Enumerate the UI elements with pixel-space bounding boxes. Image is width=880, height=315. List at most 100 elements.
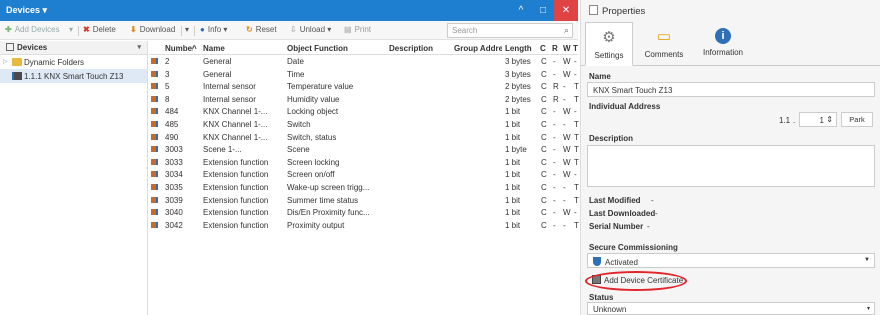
tree-item-device[interactable]: 1.1.1 KNX Smart Touch Z13 (0, 69, 147, 83)
devices-title[interactable]: Devices ▾ (6, 5, 47, 16)
table-row[interactable]: 8 Internal sensor Humidity value 2 bytes C R -… (149, 93, 579, 106)
cell-r: - (553, 57, 556, 66)
cell-number: 3035 (165, 182, 183, 192)
name-field[interactable]: KNX Smart Touch Z13 (587, 82, 875, 97)
column-header-length[interactable]: Length (505, 44, 539, 53)
chevron-down-icon[interactable]: ▼ (864, 257, 870, 263)
properties-pane: Properties ⚙ Settings ▭ Comments i Infor… (580, 0, 880, 315)
table-row[interactable]: 3039 Extension function Summer time status… (149, 194, 579, 207)
column-header-t[interactable]: T (573, 44, 579, 53)
tab-comments[interactable]: ▭ Comments (637, 22, 691, 66)
chevron-down-icon[interactable]: ▾ (137, 43, 141, 51)
delete-button[interactable]: ✖ Delete (83, 25, 116, 34)
search-icon[interactable]: ⌕ (564, 25, 569, 36)
search-input[interactable]: Search ⌕ (447, 23, 573, 38)
name-label: Name (589, 72, 611, 81)
tree-header-label: Devices (17, 43, 48, 52)
tab-label: Information (702, 48, 744, 57)
cell-c: C (541, 119, 547, 129)
properties-tabs: ⚙ Settings ▭ Comments i Information (581, 22, 880, 66)
table-row[interactable]: 5 Internal sensor Temperature value 2 bytes… (149, 80, 579, 93)
cell-w: W (563, 132, 571, 142)
cell-r: R (553, 94, 559, 104)
column-header-group-address[interactable]: Group Address (454, 44, 502, 53)
table-row[interactable]: 2 General Date 3 bytes C - W - (149, 55, 578, 68)
print-button[interactable]: ▤ Print (344, 25, 371, 34)
close-icon[interactable]: ✕ (554, 0, 578, 21)
cell-number: 2 (165, 57, 170, 66)
cell-c: C (541, 195, 547, 205)
cell-length: 1 bit (505, 157, 521, 167)
status-select[interactable]: Unknown ▾ (587, 302, 875, 315)
download-button[interactable]: ⬇ Download (130, 25, 175, 34)
table-row[interactable]: 3035 Extension function Wake-up screen tri… (149, 181, 579, 194)
stepper-arrows-icon[interactable]: ⇕ (826, 115, 833, 124)
status-value: Unknown (593, 305, 627, 314)
tree-item-dynamic-folders[interactable]: ▷ Dynamic Folders (0, 55, 147, 69)
column-header-r[interactable]: R (552, 44, 560, 53)
tree-header[interactable]: Devices ▾ (0, 41, 147, 55)
chevron-down-icon[interactable]: ▾ (867, 305, 870, 312)
column-header-name[interactable]: Name (203, 44, 283, 53)
cell-w: W (563, 107, 571, 117)
expand-arrow-icon[interactable]: ▷ (3, 58, 8, 65)
table-row[interactable]: 3040 Extension function Dis/En Proximity f… (149, 206, 578, 219)
last-downloaded-value: - (655, 209, 658, 218)
group-object-icon (151, 133, 158, 140)
cell-r: - (553, 182, 556, 192)
tab-settings[interactable]: ⚙ Settings (585, 22, 633, 66)
download-arrow-icon: ⬇ (130, 25, 137, 34)
cell-length: 3 bytes (505, 57, 531, 66)
cell-length: 1 bit (505, 170, 521, 180)
unload-button[interactable]: ⇩ Unload ▾ (290, 25, 331, 34)
group-objects-table: Number ^ Name Object Function Descriptio… (149, 41, 579, 315)
restore-icon[interactable]: □ (532, 0, 554, 21)
toolbar-divider (181, 26, 182, 36)
column-header-c[interactable]: C (540, 44, 548, 53)
tab-information[interactable]: i Information (695, 22, 751, 66)
collapse-icon[interactable]: ^ (510, 0, 532, 21)
secure-commissioning-select[interactable]: Activated ▼ (587, 253, 875, 268)
cell-name: KNX Channel 1-... (203, 119, 268, 129)
info-icon: ● (200, 25, 205, 34)
column-header-number[interactable]: Number (165, 44, 193, 53)
cell-object-function: Scene (287, 145, 310, 155)
column-header-description[interactable]: Description (389, 44, 451, 53)
last-downloaded-label: Last Downloaded (589, 209, 656, 218)
reset-icon: ↻ (246, 25, 253, 34)
cell-w: - (563, 94, 566, 104)
cell-c: C (541, 57, 547, 66)
cell-name: KNX Channel 1-... (203, 132, 268, 142)
group-object-icon (151, 58, 158, 64)
cell-name: Internal sensor (203, 82, 256, 92)
cell-object-function: Humidity value (287, 94, 340, 104)
device-icon (12, 72, 22, 80)
table-row[interactable]: 490 KNX Channel 1-... Switch, status 1 bit C… (149, 131, 579, 144)
reset-button[interactable]: ↻ Reset (246, 25, 277, 34)
download-dropdown[interactable]: ▾ (185, 25, 189, 34)
delete-x-icon: ✖ (83, 25, 90, 34)
table-row[interactable]: 3033 Extension function Screen locking 1 bi… (149, 156, 579, 169)
address-stepper[interactable]: 1 ⇕ (799, 112, 837, 127)
table-row[interactable]: 3042 Extension function Proximity output 1 … (149, 219, 579, 232)
cell-name: Internal sensor (203, 94, 256, 104)
add-devices-dropdown[interactable]: ▾ (69, 25, 73, 34)
properties-title-label: Properties (602, 6, 646, 17)
description-field[interactable] (587, 145, 875, 187)
info-button[interactable]: ● Info ▾ (200, 25, 227, 34)
park-button[interactable]: Park (841, 112, 873, 127)
cell-r: - (553, 107, 556, 117)
table-row[interactable]: 485 KNX Channel 1-... Switch 1 bit C - - T (149, 118, 579, 131)
add-devices-button[interactable]: ✚ Add Devices (5, 25, 60, 34)
table-row[interactable]: 3034 Extension function Screen on/off 1 bit… (149, 168, 578, 181)
info-dropdown: ▾ (223, 25, 228, 34)
table-row[interactable]: 3003 Scene 1-... Scene 1 byte C - W T (149, 143, 579, 156)
column-header-w[interactable]: W (563, 44, 571, 53)
group-object-icon (151, 120, 158, 127)
table-row[interactable]: 484 KNX Channel 1-... Locking object 1 bit C… (149, 105, 578, 118)
tree-item-label: 1.1.1 KNX Smart Touch Z13 (24, 72, 124, 81)
cell-length: 1 byte (505, 145, 527, 155)
column-header-object-function[interactable]: Object Function (287, 44, 377, 53)
cell-length: 3 bytes (505, 69, 531, 79)
table-row[interactable]: 3 General Time 3 bytes C - W - (149, 68, 578, 81)
